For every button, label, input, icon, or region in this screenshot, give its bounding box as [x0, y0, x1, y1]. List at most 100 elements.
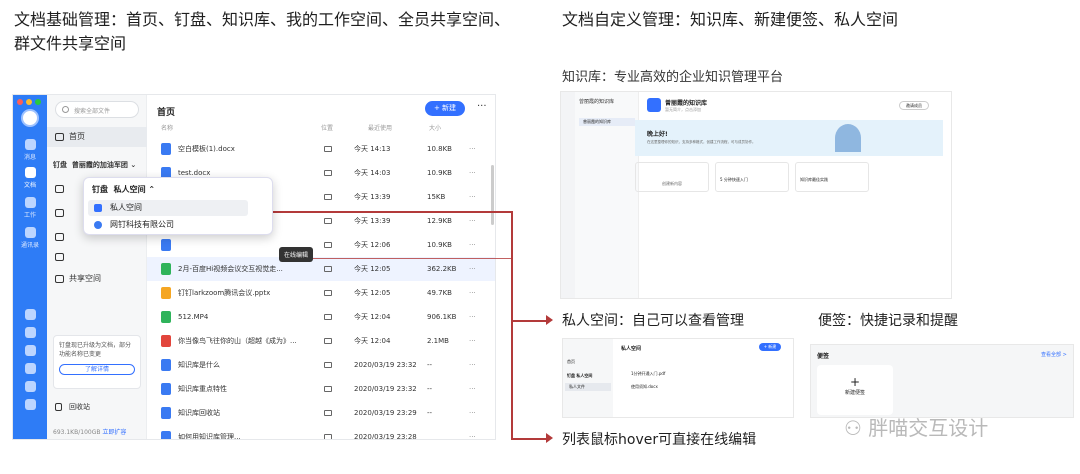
- file-icon: [161, 383, 171, 395]
- private-file[interactable]: 使用须知.docx: [631, 384, 658, 390]
- rail-docs[interactable]: 文档: [19, 167, 41, 189]
- scrollbar[interactable]: [491, 165, 494, 225]
- folder-icon[interactable]: [324, 242, 332, 248]
- kb-card[interactable]: 5 分钟快速入门: [715, 162, 789, 192]
- dropdown-header[interactable]: 钉盘 私人空间 ⌃: [92, 184, 155, 195]
- close-dot[interactable]: [17, 99, 23, 105]
- file-icon: [161, 311, 171, 323]
- file-name: 钉钉larkzoom腾讯会议.pptx: [178, 289, 271, 297]
- folder-icon[interactable]: [324, 410, 332, 416]
- more-icon[interactable]: ···: [477, 101, 487, 112]
- row-more-icon[interactable]: ···: [469, 209, 476, 233]
- sidebar-item-shared[interactable]: 共享空间: [47, 269, 147, 289]
- folder-icon: [55, 185, 64, 193]
- storage-usage: 693.1KB/100GB 立即扩容: [53, 429, 127, 436]
- folder-icon[interactable]: [324, 194, 332, 200]
- table-row[interactable]: 如何用知识库管理... 2020/03/19 23:28 ···: [147, 425, 495, 439]
- row-more-icon[interactable]: ···: [469, 329, 476, 353]
- sidebar-item-recycle[interactable]: 回收站: [47, 397, 147, 417]
- new-note-card[interactable]: + 新建便签: [817, 365, 893, 415]
- table-row[interactable]: 知识库是什么 2020/03/19 23:32 -- ···: [147, 353, 495, 377]
- table-row[interactable]: 512.MP4 今天 12:04 906.1KB ···: [147, 305, 495, 329]
- column-size[interactable]: 大小: [429, 123, 441, 132]
- rail-phone[interactable]: [19, 363, 41, 376]
- table-row[interactable]: 钉钉larkzoom腾讯会议.pptx 今天 12:05 49.7KB ···: [147, 281, 495, 305]
- row-more-icon[interactable]: ···: [469, 305, 476, 329]
- folder-icon[interactable]: [324, 218, 332, 224]
- column-location[interactable]: 位置: [321, 123, 333, 132]
- table-row[interactable]: 空白模板(1).docx 今天 14:13 10.8KB ···: [147, 137, 495, 161]
- right-heading: 文档自定义管理：知识库、新建便签、私人空间: [562, 10, 899, 29]
- row-more-icon[interactable]: ···: [469, 281, 476, 305]
- row-more-icon[interactable]: ···: [469, 161, 476, 185]
- row-more-icon[interactable]: ···: [469, 137, 476, 161]
- private-screenshot: 首页 钉盘 私人空间 私人文件 私人空间 + 新建 1分钟开通入门.pdf 使用…: [562, 338, 794, 418]
- row-more-icon[interactable]: ···: [469, 257, 476, 281]
- rail-more[interactable]: [19, 399, 41, 412]
- folder-icon[interactable]: [324, 362, 332, 368]
- private-nav-dingpan[interactable]: 钉盘 私人空间: [567, 373, 592, 379]
- private-file[interactable]: 1分钟开通入门.pdf: [631, 371, 665, 377]
- file-size: --: [427, 361, 433, 369]
- column-name[interactable]: 名称: [161, 123, 173, 132]
- folder-icon[interactable]: [324, 338, 332, 344]
- column-recent[interactable]: 最近使用: [368, 123, 392, 132]
- folder-icon[interactable]: [324, 434, 332, 439]
- invite-button[interactable]: 邀请成员: [899, 101, 929, 110]
- sidebar-item-home[interactable]: 首页: [47, 127, 147, 147]
- file-name: 512.MP4: [178, 313, 209, 321]
- dropdown-item-company[interactable]: 网钉科技有限公司: [88, 217, 248, 233]
- table-row[interactable]: 2月-百度Hi视频会议交互视觉走... 今天 12:05 362.2KB ···: [147, 257, 495, 281]
- sidebar-item-chat[interactable]: [47, 247, 147, 267]
- row-more-icon[interactable]: ···: [469, 233, 476, 257]
- row-more-icon[interactable]: ···: [469, 185, 476, 209]
- private-nav-home[interactable]: 首页: [567, 359, 575, 365]
- new-button[interactable]: + 新建: [425, 101, 465, 116]
- folder-icon[interactable]: [324, 170, 332, 176]
- row-more-icon[interactable]: ···: [469, 353, 476, 377]
- rail-contacts[interactable]: 通讯录: [19, 227, 41, 249]
- rail-todo[interactable]: [19, 327, 41, 340]
- kb-card[interactable]: 知识库最佳实践: [795, 162, 869, 192]
- table-row[interactable]: 你当像鸟飞往你的山（超越《成为》... 今天 12:04 2.1MB ···: [147, 329, 495, 353]
- dropdown-item-private[interactable]: 私人空间: [88, 200, 248, 216]
- private-new-button[interactable]: + 新建: [759, 343, 781, 351]
- file-name: 知识库是什么: [178, 361, 220, 369]
- rail-mail[interactable]: [19, 381, 41, 394]
- shared-folder-icon: [55, 275, 64, 283]
- kb-card[interactable]: 创建新内容: [635, 162, 709, 192]
- file-time: 今天 13:39: [354, 193, 391, 201]
- learn-more-button[interactable]: 了解详情: [59, 364, 135, 375]
- row-more-icon[interactable]: ···: [469, 401, 476, 425]
- rail-ding[interactable]: [19, 345, 41, 358]
- search-input[interactable]: 搜索全部文件: [55, 101, 139, 118]
- private-nav-files[interactable]: 私人文件: [565, 383, 611, 391]
- rail-messages[interactable]: 消息: [19, 139, 41, 161]
- table-row[interactable]: 今天 12:06 10.9KB ···: [147, 233, 495, 257]
- folder-icon[interactable]: [324, 146, 332, 152]
- kb-title: 曾丽霞的知识库: [665, 100, 708, 107]
- rail-calendar[interactable]: [19, 309, 41, 322]
- file-size: 15KB: [427, 193, 446, 201]
- file-size: 2.1MB: [427, 337, 449, 345]
- file-time: 今天 13:39: [354, 217, 391, 225]
- row-more-icon[interactable]: ···: [469, 377, 476, 401]
- row-more-icon[interactable]: ···: [469, 425, 476, 439]
- table-row[interactable]: 知识库重点特性 2020/03/19 23:32 -- ···: [147, 377, 495, 401]
- rail-work[interactable]: 工作: [19, 197, 41, 219]
- kb-nav-item[interactable]: 曾丽霞的知识库: [579, 118, 635, 126]
- view-all-link[interactable]: 查看全部 >: [1041, 351, 1067, 358]
- folder-icon[interactable]: [324, 386, 332, 392]
- sidebar: 搜索全部文件 首页 钉盘 曾丽霞的加油军团 ⌄ 共享空间 钉盘现已升级为文档，部…: [47, 95, 147, 439]
- avatar[interactable]: [21, 109, 39, 127]
- folder-icon[interactable]: [324, 266, 332, 272]
- expand-storage-link[interactable]: 立即扩容: [102, 429, 126, 436]
- zoom-dot[interactable]: [35, 99, 41, 105]
- sidebar-item-dingpan[interactable]: 钉盘 曾丽霞的加油军团 ⌄: [47, 155, 147, 175]
- folder-icon[interactable]: [324, 290, 332, 296]
- folder-icon[interactable]: [324, 314, 332, 320]
- phone-icon: [24, 363, 36, 374]
- file-size: 10.9KB: [427, 169, 452, 177]
- minimize-dot[interactable]: [26, 99, 32, 105]
- table-row[interactable]: 知识库回收站 2020/03/19 23:29 -- ···: [147, 401, 495, 425]
